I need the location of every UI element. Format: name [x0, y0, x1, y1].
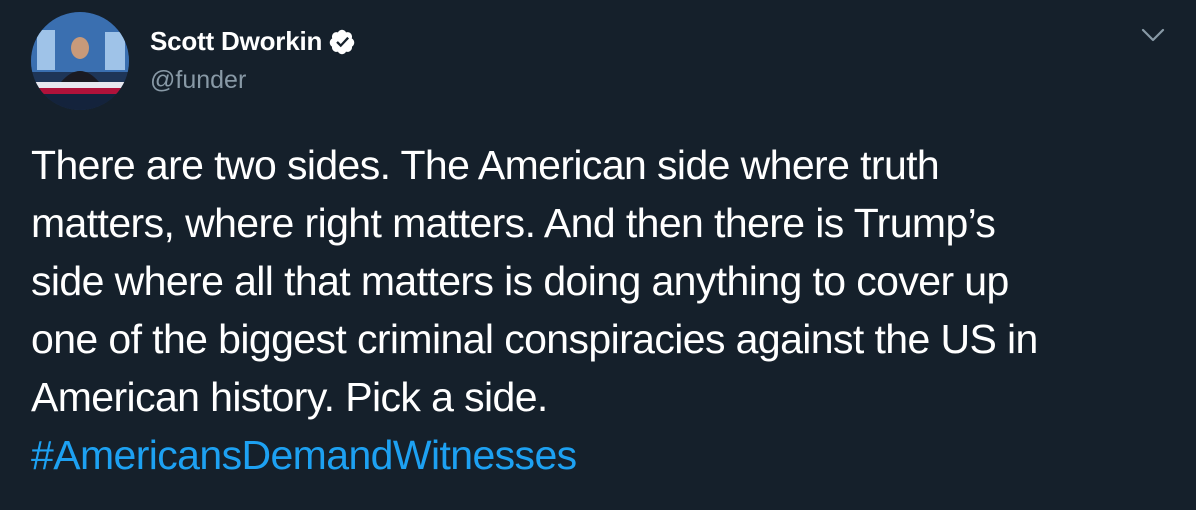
author-handle[interactable]: @funder: [150, 66, 246, 95]
tweet-text-line: There are two sides. The American side w…: [31, 142, 940, 188]
verified-badge-icon: [329, 29, 355, 54]
avatar-image: [31, 12, 129, 110]
hashtag-link[interactable]: #AmericansDemandWitnesses: [31, 426, 1181, 484]
tweet-card: Scott Dworkin @funder There are two side…: [0, 0, 1196, 510]
avatar[interactable]: [31, 12, 129, 110]
author-name-row[interactable]: Scott Dworkin: [150, 26, 356, 57]
tweet-text-line: one of the biggest criminal conspiracies…: [31, 316, 1038, 362]
tweet-text-line: side where all that matters is doing any…: [31, 258, 1009, 304]
tweet-text: There are two sides. The American side w…: [31, 136, 1181, 484]
tweet-text-line: matters, where right matters. And then t…: [31, 200, 996, 246]
author-display-name[interactable]: Scott Dworkin: [150, 26, 322, 57]
chevron-down-icon[interactable]: [1140, 24, 1166, 46]
tweet-text-line: American history. Pick a side.: [31, 374, 548, 420]
